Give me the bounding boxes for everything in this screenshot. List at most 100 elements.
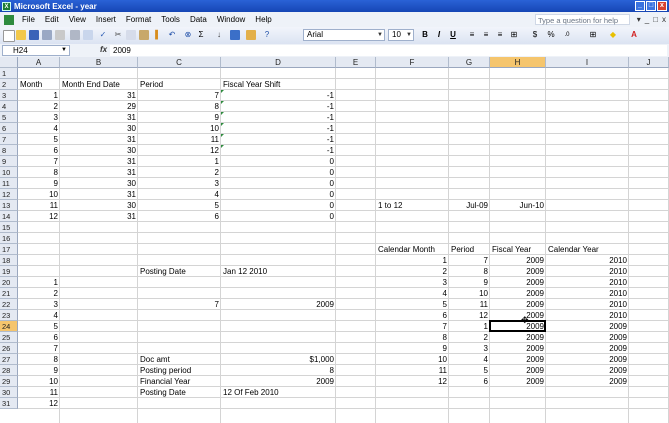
cell-h18[interactable]: 2009 (490, 255, 546, 266)
cell-g27[interactable]: 4 (449, 354, 490, 365)
font-name-select[interactable]: Arial ▼ (303, 29, 385, 41)
row-header-18[interactable]: 18 (0, 255, 18, 266)
error-indicator-icon[interactable] (221, 112, 224, 115)
row-header-26[interactable]: 26 (0, 343, 18, 354)
menu-tools[interactable]: Tools (156, 15, 185, 24)
cell-b13[interactable]: 30 (60, 200, 138, 211)
row-header-28[interactable]: 28 (0, 365, 18, 376)
currency-button[interactable]: $ (530, 30, 540, 40)
cell-a24[interactable]: 5 (18, 321, 60, 332)
cell-f28[interactable]: 11 (376, 365, 449, 376)
cell-d12[interactable]: 0 (221, 189, 336, 200)
cell-g13[interactable]: Jul-09 (449, 200, 490, 211)
cell-a14[interactable]: 12 (18, 211, 60, 222)
cell-h20[interactable]: 2009 (490, 277, 546, 288)
cell-c3[interactable]: 7 (138, 90, 221, 101)
cell-a12[interactable]: 10 (18, 189, 60, 200)
row-header-30[interactable]: 30 (0, 387, 18, 398)
cell-a30[interactable]: 11 (18, 387, 60, 398)
cell-a25[interactable]: 6 (18, 332, 60, 343)
cell-a21[interactable]: 2 (18, 288, 60, 299)
menu-view[interactable]: View (64, 15, 91, 24)
cell-d27[interactable]: $1,000 (221, 354, 336, 365)
cell-a13[interactable]: 11 (18, 200, 60, 211)
cell-g21[interactable]: 10 (449, 288, 490, 299)
cell-g19[interactable]: 8 (449, 266, 490, 277)
cell-b11[interactable]: 30 (60, 178, 138, 189)
cell-b10[interactable]: 31 (60, 167, 138, 178)
row-header-3[interactable]: 3 (0, 90, 18, 101)
cell-b6[interactable]: 30 (60, 123, 138, 134)
cell-h17[interactable]: Fiscal Year (490, 244, 546, 255)
cell-c4[interactable]: 8 (138, 101, 221, 112)
cell-a22[interactable]: 3 (18, 299, 60, 310)
cell-a7[interactable]: 5 (18, 134, 60, 145)
decrease-decimal-icon[interactable]: .0 (562, 30, 572, 40)
column-header-d[interactable]: D (221, 57, 336, 68)
help-dropdown-icon[interactable]: ▾ (637, 15, 641, 24)
column-header-e[interactable]: E (336, 57, 376, 68)
italic-button[interactable]: I (434, 30, 444, 40)
column-header-j[interactable]: J (629, 57, 669, 68)
cell-g20[interactable]: 9 (449, 277, 490, 288)
row-header-14[interactable]: 14 (0, 211, 18, 222)
cell-h22[interactable]: 2009 (490, 299, 546, 310)
menu-data[interactable]: Data (185, 15, 212, 24)
borders-icon[interactable]: ⊞ (588, 30, 598, 40)
cell-f20[interactable]: 3 (376, 277, 449, 288)
spelling-icon[interactable]: ✓ (98, 30, 108, 40)
hyperlink-icon[interactable]: ⊗ (183, 30, 193, 40)
maximize-button[interactable]: □ (646, 1, 656, 11)
error-indicator-icon[interactable] (221, 101, 224, 104)
align-left-icon[interactable]: ≡ (467, 30, 477, 40)
row-header-8[interactable]: 8 (0, 145, 18, 156)
cell-f17[interactable]: Calendar Month (376, 244, 449, 255)
font-color-icon[interactable]: A (629, 30, 639, 40)
cell-g26[interactable]: 3 (449, 343, 490, 354)
cell-b8[interactable]: 30 (60, 145, 138, 156)
row-header-2[interactable]: 2 (0, 79, 18, 90)
cell-a4[interactable]: 2 (18, 101, 60, 112)
error-indicator-icon[interactable] (221, 123, 224, 126)
cell-i29[interactable]: 2009 (546, 376, 629, 387)
new-icon[interactable] (3, 30, 15, 42)
cell-c28[interactable]: Posting period (138, 365, 221, 376)
cell-b12[interactable]: 31 (60, 189, 138, 200)
align-center-icon[interactable]: ≡ (481, 30, 491, 40)
cell-b14[interactable]: 31 (60, 211, 138, 222)
menu-help[interactable]: Help (250, 15, 276, 24)
cell-f23[interactable]: 6 (376, 310, 449, 321)
autosum-icon[interactable]: Σ (196, 30, 206, 40)
fx-icon[interactable]: fx (100, 45, 107, 54)
cell-b4[interactable]: 29 (60, 101, 138, 112)
cell-d10[interactable]: 0 (221, 167, 336, 178)
print-icon[interactable] (70, 30, 80, 40)
row-header-9[interactable]: 9 (0, 156, 18, 167)
sort-ascending-icon[interactable]: ↓ (214, 30, 224, 40)
cell-c6[interactable]: 10 (138, 123, 221, 134)
cell-i17[interactable]: Calendar Year (546, 244, 629, 255)
help-icon[interactable]: ? (262, 30, 272, 40)
menu-file[interactable]: File (17, 15, 40, 24)
align-right-icon[interactable]: ≡ (495, 30, 505, 40)
cell-c2[interactable]: Period (138, 79, 221, 90)
menu-edit[interactable]: Edit (40, 15, 64, 24)
row-header-7[interactable]: 7 (0, 134, 18, 145)
row-header-15[interactable]: 15 (0, 222, 18, 233)
cell-c5[interactable]: 9 (138, 112, 221, 123)
chart-wizard-icon[interactable] (230, 30, 240, 40)
cell-i25[interactable]: 2009 (546, 332, 629, 343)
help-search-input[interactable]: Type a question for help (535, 14, 630, 25)
cell-a8[interactable]: 6 (18, 145, 60, 156)
cell-d19[interactable]: Jan 12 2010 (221, 266, 336, 277)
cell-d13[interactable]: 0 (221, 200, 336, 211)
drawing-icon[interactable] (246, 30, 256, 40)
cell-h19[interactable]: 2009 (490, 266, 546, 277)
cell-i28[interactable]: 2009 (546, 365, 629, 376)
font-size-select[interactable]: 10 ▼ (388, 29, 414, 41)
column-header-h[interactable]: H (490, 57, 546, 68)
cut-icon[interactable]: ✂ (113, 30, 123, 40)
row-header-12[interactable]: 12 (0, 189, 18, 200)
row-header-21[interactable]: 21 (0, 288, 18, 299)
row-header-24[interactable]: 24 (0, 321, 18, 332)
